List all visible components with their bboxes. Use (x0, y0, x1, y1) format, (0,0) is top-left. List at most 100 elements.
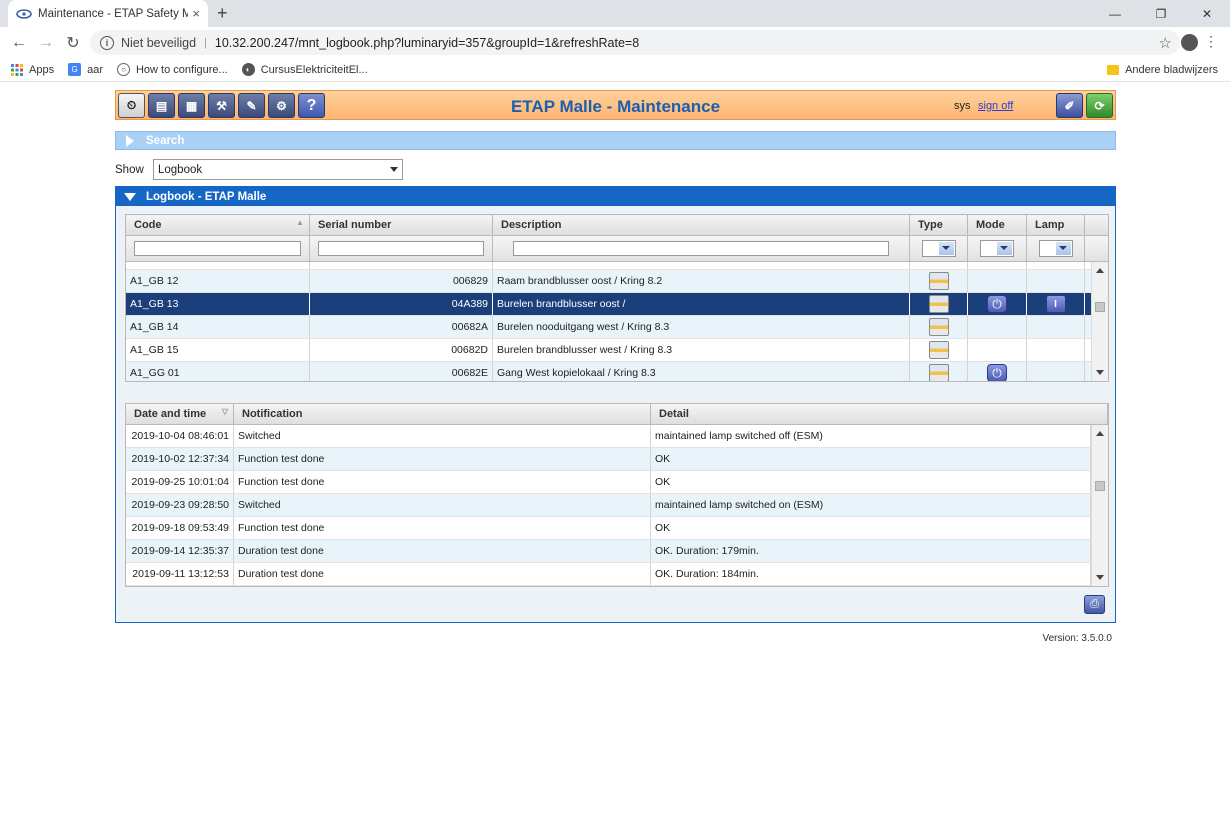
new-tab-button[interactable]: + (217, 3, 228, 24)
cell-mode (968, 270, 1027, 292)
log-grid-header: Date and time ▽ Notification Detail (126, 404, 1108, 425)
filter-serial-input[interactable] (318, 241, 484, 256)
show-row: Show Logbook (115, 159, 1116, 180)
bookmark-label: Apps (29, 63, 55, 76)
scroll-thumb[interactable] (1095, 302, 1105, 312)
show-label: Show (115, 163, 144, 176)
security-label: Niet beveiligd (121, 35, 197, 50)
version-label: Version: 3.5.0.0 (1042, 633, 1113, 644)
refresh-icon[interactable]: ⟳ (1086, 93, 1113, 118)
cell-detail: OK (651, 517, 1091, 539)
other-bookmarks-label: Andere bladwijzers (1125, 63, 1218, 76)
scroll-down-icon[interactable] (1096, 370, 1104, 375)
cell-serial: 00682E (310, 362, 493, 381)
log-grid: Date and time ▽ Notification Detail 2019-… (125, 403, 1109, 587)
table-row[interactable]: A1_GG 01 00682E Gang West kopielokaal / … (126, 362, 1091, 381)
table-row[interactable]: 2019-09-11 13:12:53 Duration test done O… (126, 563, 1091, 586)
cell-type (910, 316, 968, 338)
sort-icon: ▲ (296, 218, 304, 227)
table-row[interactable]: 2019-09-23 09:28:50 Switched maintained … (126, 494, 1091, 517)
column-header-detail[interactable]: Detail (651, 404, 1108, 424)
back-arrow-icon[interactable]: ← (6, 30, 32, 56)
table-row-partial[interactable] (126, 262, 1091, 270)
search-panel-toggle[interactable]: Search (115, 131, 1116, 150)
reload-icon[interactable]: ↻ (60, 30, 86, 56)
table-row[interactable]: 2019-09-25 10:01:04 Function test done O… (126, 471, 1091, 494)
bookmark-label: aar (87, 63, 103, 76)
minimize-button[interactable]: — (1092, 0, 1138, 27)
column-header-datetime[interactable]: Date and time ▽ (126, 404, 234, 424)
tab-close-icon[interactable]: × (192, 6, 200, 21)
cell-detail: OK. Duration: 179min. (651, 540, 1091, 562)
close-window-button[interactable]: ✕ (1184, 0, 1230, 27)
table-row[interactable]: 2019-10-02 12:37:34 Function test done O… (126, 448, 1091, 471)
column-label: Code (134, 219, 162, 231)
logbook-panel-header[interactable]: Logbook - ETAP Malle (116, 187, 1115, 206)
cell-notification: Switched (234, 425, 651, 447)
scroll-thumb[interactable] (1095, 481, 1105, 491)
browser-tab[interactable]: Maintenance - ETAP Safety Mana × (8, 0, 208, 27)
bookmark-apps[interactable]: Apps (10, 63, 54, 76)
bookmark-star-icon[interactable]: ☆ (1159, 34, 1172, 52)
other-bookmarks[interactable]: Andere bladwijzers (1107, 64, 1218, 76)
cell-code: A1_GB 15 (126, 339, 310, 361)
table-row[interactable]: 2019-09-14 12:35:37 Duration test done O… (126, 540, 1091, 563)
print-icon[interactable]: ⎙ (1084, 595, 1105, 614)
cell-type (910, 262, 968, 269)
column-header-type[interactable]: Type (910, 215, 968, 235)
log-scrollbar[interactable] (1091, 425, 1108, 586)
column-header-lamp[interactable]: Lamp (1027, 215, 1085, 235)
table-row[interactable]: A1_GB 12 006829 Raam brandblusser oost /… (126, 270, 1091, 293)
bookmark-cursus[interactable]: ◐ CursusElektriciteitEl... (241, 63, 368, 76)
bookmark-aar[interactable]: G aar (68, 63, 103, 76)
cell-mode (968, 316, 1027, 338)
show-select[interactable]: Logbook (153, 159, 403, 180)
sign-off-link[interactable]: sign off (978, 100, 1013, 112)
filter-mode-select[interactable] (980, 240, 1014, 257)
power-icon[interactable]: ⏻ (987, 295, 1007, 313)
filter-lamp-select[interactable] (1038, 240, 1073, 257)
table-row-selected[interactable]: A1_GB 13 04A389 Burelen brandblusser oos… (126, 293, 1091, 316)
scroll-down-icon[interactable] (1096, 575, 1104, 580)
pen-edit-icon[interactable]: ✐ (1056, 93, 1083, 118)
column-header-serial[interactable]: Serial number (310, 215, 493, 235)
filter-lamp-cell (1027, 236, 1085, 261)
column-header-notification[interactable]: Notification (234, 404, 651, 424)
profile-avatar-icon[interactable] (1181, 34, 1198, 51)
maximize-button[interactable]: ❐ (1138, 0, 1184, 27)
chevron-down-icon (941, 246, 950, 250)
cell-mode: ⏻ (968, 362, 1027, 381)
luminaire-scrollbar[interactable] (1091, 262, 1108, 381)
address-bar[interactable]: i Niet beveiligd | 10.32.200.247/mnt_log… (90, 30, 1180, 55)
table-row[interactable]: A1_GB 15 00682D Burelen brandblusser wes… (126, 339, 1091, 362)
power-icon[interactable]: ⏻ (987, 364, 1007, 381)
luminaire-grid-header: Code ▲ Serial number Description Type Mod… (126, 215, 1108, 236)
column-header-code[interactable]: Code ▲ (126, 215, 310, 235)
scroll-up-icon[interactable] (1096, 431, 1104, 436)
folder-icon (1107, 64, 1120, 75)
table-row[interactable]: A1_GB 14 00682A Burelen nooduitgang west… (126, 316, 1091, 339)
lamp-icon[interactable]: I (1045, 295, 1066, 313)
bookmark-how-to-configure[interactable]: ○ How to configure... (116, 63, 228, 76)
filter-code-cell (126, 236, 310, 261)
table-row[interactable]: 2019-09-18 09:53:49 Function test done O… (126, 517, 1091, 540)
filter-code-input[interactable] (134, 241, 301, 256)
url-text[interactable]: 10.32.200.247/mnt_logbook.php?luminaryid… (215, 36, 639, 50)
cell-lamp (1027, 262, 1085, 269)
cell-datetime: 2019-10-02 12:37:34 (126, 448, 234, 470)
table-row[interactable]: 2019-10-04 08:46:01 Switched maintained … (126, 425, 1091, 448)
column-header-description[interactable]: Description (493, 215, 910, 235)
filter-serial-cell (310, 236, 493, 261)
forward-arrow-icon[interactable]: → (33, 30, 59, 56)
filter-description-input[interactable] (513, 241, 889, 256)
cell-type (910, 362, 968, 381)
info-icon[interactable]: i (100, 35, 114, 50)
cell-serial: 00682D (310, 339, 493, 361)
browser-menu-icon[interactable]: ⋮ (1204, 33, 1218, 50)
filter-type-select[interactable] (921, 240, 956, 257)
browser-toolbar: ← → ↻ i Niet beveiligd | 10.32.200.247/m… (0, 27, 1230, 58)
column-header-mode[interactable]: Mode (968, 215, 1027, 235)
luminaire-type-icon (928, 341, 949, 359)
scroll-up-icon[interactable] (1096, 268, 1104, 273)
cell-mode (968, 262, 1027, 269)
